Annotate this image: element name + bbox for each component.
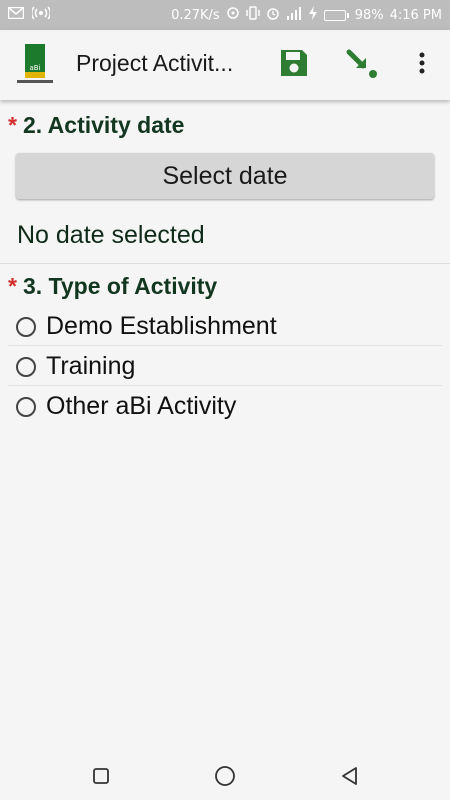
back-button[interactable] — [338, 764, 362, 788]
page-title: Project Activit... — [76, 50, 234, 76]
question-activity-type-label: * 3. Type of Activity — [8, 273, 217, 300]
home-icon — [213, 766, 237, 792]
date-value-text: No date selected — [17, 221, 205, 249]
radio-option-label: Demo Establishment — [46, 312, 277, 340]
mail-icon — [7, 6, 25, 23]
divider — [8, 385, 442, 386]
alarm-icon — [266, 6, 280, 24]
navigation-bar — [0, 750, 450, 800]
hotspot-icon — [226, 6, 240, 24]
radio-option-demo-establishment[interactable]: Demo Establishment — [8, 307, 442, 346]
battery-percent: 98% — [354, 7, 384, 23]
divider — [0, 263, 450, 264]
radio-button[interactable] — [16, 316, 36, 337]
more-vertical-icon — [418, 51, 426, 80]
radio-button[interactable] — [16, 396, 36, 417]
divider — [8, 345, 442, 346]
radio-option-label: Training — [46, 352, 136, 380]
save-icon — [278, 47, 310, 84]
question-text: 2. Activity date — [22, 112, 185, 138]
select-date-button[interactable]: Select date — [16, 153, 434, 199]
battery-icon — [323, 9, 349, 21]
question-activity-date-label: * 2. Activity date — [8, 112, 184, 139]
vibrate-icon — [245, 6, 260, 24]
question-text: 3. Type of Activity — [22, 273, 218, 299]
recent-apps-button[interactable] — [89, 764, 113, 788]
signal-icon — [286, 6, 302, 24]
radio-button[interactable] — [16, 356, 36, 377]
more-options-button[interactable] — [410, 48, 434, 82]
radio-option-other-abi-activity[interactable]: Other aBi Activity — [8, 387, 442, 426]
required-mark: * — [8, 112, 17, 138]
wireless-icon — [30, 6, 52, 24]
network-speed: 0.27K/s — [171, 7, 220, 23]
radio-option-training[interactable]: Training — [8, 347, 442, 386]
recent-apps-icon — [89, 768, 113, 792]
finalize-button[interactable] — [345, 48, 379, 82]
status-bar: 0.27K/s 98% 4:16 PM — [0, 0, 450, 30]
svg-text:aBi: aBi — [29, 64, 40, 72]
clock: 4:16 PM — [389, 7, 442, 23]
finalize-icon — [345, 46, 379, 85]
app-logo: aBi — [15, 42, 55, 86]
required-mark: * — [8, 273, 17, 299]
back-icon — [338, 767, 362, 792]
radio-option-label: Other aBi Activity — [46, 392, 237, 420]
home-button[interactable] — [213, 764, 237, 788]
charging-icon — [308, 6, 318, 24]
save-button[interactable] — [277, 48, 311, 82]
app-bar: aBi Project Activit... — [0, 30, 450, 100]
